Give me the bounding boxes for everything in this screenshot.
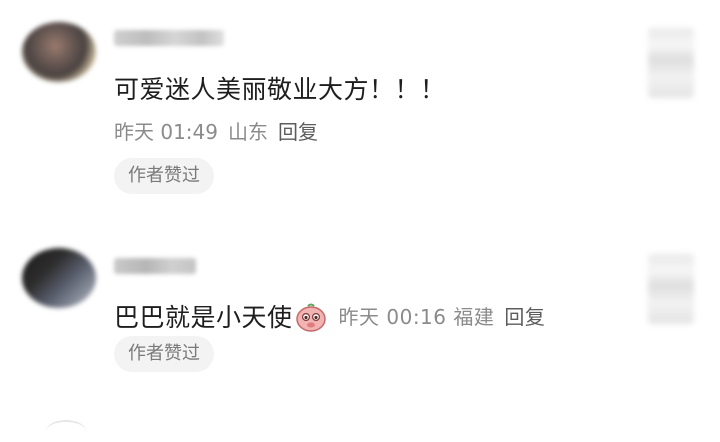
comment-location: 福建 (453, 305, 495, 329)
comment-text: 巴巴就是小天使 (114, 303, 293, 332)
username-blurred[interactable] (114, 258, 196, 274)
reply-button[interactable]: 回复 (504, 305, 545, 329)
comment-meta: 昨天 00:16 福建 回复 (339, 305, 546, 329)
avatar[interactable] (22, 22, 96, 82)
like-button-blurred[interactable] (648, 28, 694, 98)
comment-meta: 昨天 01:49 山东 回复 (114, 116, 328, 145)
comment-item: 可爱迷人美丽敬业大方！！！ 昨天 01:49 山东 回复 作者赞过 (0, 0, 720, 210)
reply-button[interactable]: 回复 (278, 120, 318, 144)
next-avatar-edge (46, 420, 86, 442)
avatar[interactable] (22, 248, 96, 308)
comment-text: 可爱迷人美丽敬业大方！！！ (114, 75, 446, 104)
author-liked-badge: 作者赞过 (114, 158, 214, 194)
comment-location: 山东 (228, 120, 268, 144)
username-blurred[interactable] (114, 30, 224, 46)
comment-time: 昨天 00:16 (338, 305, 447, 329)
pink-face-emoji-icon (295, 302, 327, 338)
comment-item: 巴巴就是小天使 昨天 00:16 福建 回复 作者赞过 (0, 210, 720, 400)
author-liked-badge: 作者赞过 (114, 336, 214, 372)
comment-text-row: 巴巴就是小天使 昨天 00:16 福建 回复 (114, 298, 545, 338)
comment-time: 昨天 01:49 (114, 120, 218, 144)
like-button-blurred[interactable] (648, 254, 694, 324)
